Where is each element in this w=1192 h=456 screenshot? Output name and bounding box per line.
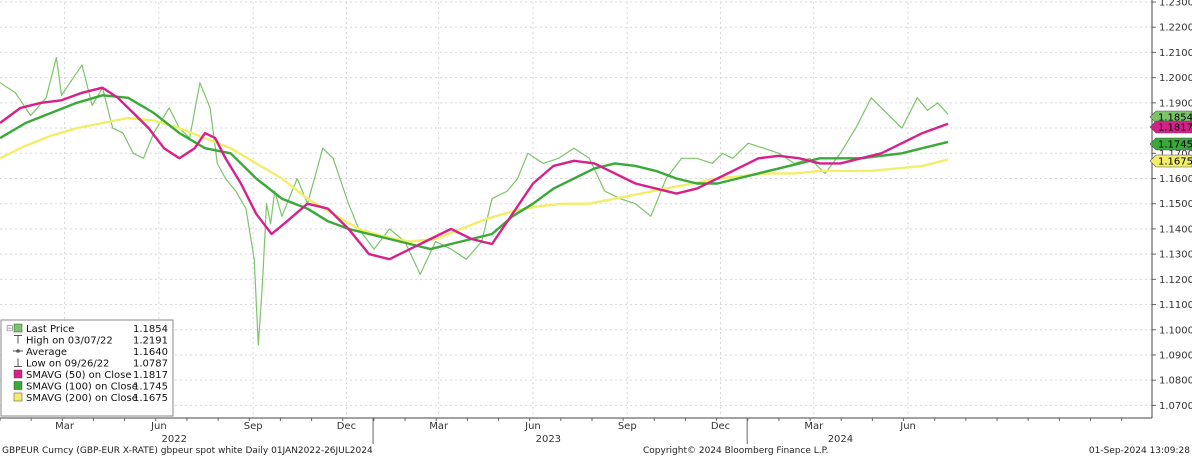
- y-tick-label: 1.2100: [1159, 48, 1192, 59]
- price-tags: 1.18541.18171.17451.1675: [1149, 110, 1192, 168]
- x-year-label: 2023: [536, 434, 561, 445]
- legend-value: 1.1675: [133, 393, 168, 404]
- legend-entry: SMAVG (200) on Close1.1675: [13, 392, 168, 404]
- x-month-label: Mar: [55, 421, 75, 432]
- y-tick-label: 1.0700: [1159, 401, 1192, 412]
- y-tick-label: 1.2000: [1159, 73, 1192, 84]
- legend-value: 1.1640: [133, 347, 168, 358]
- legend-swatch: [13, 323, 23, 333]
- y-tick-label: 1.2300: [1159, 0, 1192, 9]
- legend-value: 1.1854: [133, 324, 168, 335]
- y-tick-label: 1.1300: [1159, 250, 1192, 261]
- legend-entry: SMAVG (50) on Close 1.1817: [13, 369, 168, 381]
- y-tick-label: 1.1200: [1159, 275, 1192, 286]
- legend-entry: Low on 09/26/22 1.0787: [14, 358, 168, 370]
- x-month-label: Sep: [618, 421, 637, 432]
- price-tag: 1.1675: [1149, 154, 1192, 168]
- price-tag: 1.1817: [1149, 120, 1192, 134]
- legend-collapse-icon[interactable]: ⊟: [6, 324, 14, 334]
- legend-label: High on 03/07/22: [26, 336, 113, 347]
- fx-chart: 1.0700 1.0800 1.0900 1.1000 1.1100 1.1200 1.13…: [0, 0, 1192, 456]
- average-marker-dot: [16, 349, 20, 353]
- x-month-label: Jun: [899, 421, 916, 432]
- footer-copyright: Copyright© 2024 Bloomberg Finance L.P.: [643, 446, 828, 456]
- price-tag-label: 1.1817: [1158, 123, 1192, 134]
- legend-label: SMAVG (100) on Close: [26, 382, 138, 393]
- legend-entry: High on 03/07/22 1.2191: [14, 335, 168, 347]
- legend: ⊟ Last Price 1.1854 High on 03/07/22 1.2191…: [0, 319, 174, 417]
- legend-value: 1.1817: [133, 370, 168, 381]
- y-tick-label: 1.1000: [1159, 325, 1192, 336]
- footer-timestamp: 01-Sep-2024 13:09:28: [1089, 446, 1190, 456]
- y-tick-label: 1.0800: [1159, 376, 1192, 387]
- x-year-label: 2024: [828, 434, 853, 445]
- legend-label: SMAVG (200) on Close: [26, 393, 138, 404]
- legend-label: Average: [26, 347, 67, 358]
- price-tag-label: 1.1675: [1158, 157, 1192, 168]
- legend-label: SMAVG (50) on Close: [26, 370, 132, 381]
- x-month-label: Mar: [804, 421, 824, 432]
- legend-label: Low on 09/26/22: [26, 359, 109, 370]
- legend-swatch: [13, 392, 23, 402]
- footer-security-info: GBPEUR Curncy (GBP-EUR X-RATE) gbpeur sp…: [2, 446, 373, 456]
- price-tag-label: 1.1745: [1158, 140, 1192, 151]
- legend-value: 1.1745: [133, 382, 168, 393]
- x-year-label: 2022: [162, 434, 187, 445]
- legend-swatch: [13, 369, 23, 379]
- legend-label: Last Price: [26, 324, 74, 335]
- legend-value: 1.2191: [133, 336, 168, 347]
- y-tick-label: 1.1900: [1159, 98, 1192, 109]
- price-tag: 1.1745: [1149, 137, 1192, 151]
- x-month-label: Jun: [524, 421, 541, 432]
- y-tick-label: 1.1100: [1159, 300, 1192, 311]
- legend-value: 1.0787: [133, 359, 168, 370]
- x-month-label: Sep: [244, 421, 263, 432]
- x-month-label: Mar: [429, 421, 449, 432]
- y-tick-label: 1.2200: [1159, 23, 1192, 34]
- legend-entry: SMAVG (100) on Close1.1745: [13, 381, 168, 393]
- y-tick-label: 1.0900: [1159, 350, 1192, 361]
- y-tick-label: 1.1600: [1159, 174, 1192, 185]
- x-month-label: Jun: [150, 421, 167, 432]
- x-month-label: Dec: [337, 421, 356, 432]
- y-tick-label: 1.1500: [1159, 199, 1192, 210]
- legend-swatch: [13, 381, 23, 390]
- y-tick-label: 1.1400: [1159, 224, 1192, 235]
- chart-background: [0, 0, 1192, 456]
- x-month-label: Dec: [711, 421, 730, 432]
